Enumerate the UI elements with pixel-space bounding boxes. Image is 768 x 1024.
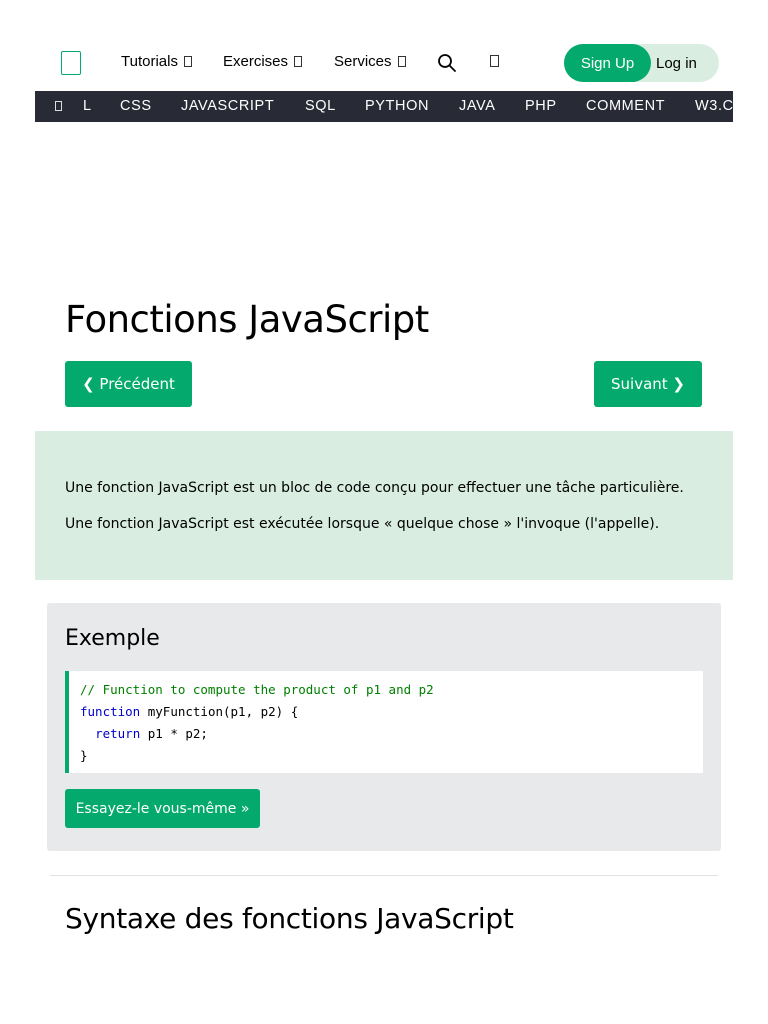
subnav-item-java[interactable]: JAVA (459, 91, 496, 122)
previous-button[interactable]: ❮ Précédent (65, 361, 192, 407)
intro-text-2: Une fonction JavaScript est exécutée lor… (65, 516, 660, 532)
top-navbar: Tutorials Exercises Services Sign Up Log… (35, 40, 733, 86)
code-line-2: myFunction(p1, p2) { (140, 704, 299, 719)
caret-down-icon (397, 56, 406, 67)
code-line-3: p1 * p2; (140, 726, 208, 741)
subnav-item-css[interactable]: CSS (120, 91, 152, 122)
nav-exercises-label: Exercises (223, 53, 289, 70)
topic-subnav: L CSS JAVASCRIPT SQL PYTHON JAVA PHP COM… (35, 91, 733, 122)
subnav-item-python[interactable]: PYTHON (365, 91, 429, 122)
code-comment: // Function to compute the product of p1… (80, 682, 434, 697)
search-icon[interactable] (436, 52, 458, 74)
subnav-item-php[interactable]: PHP (525, 91, 557, 122)
try-it-yourself-button[interactable]: Essayez-le vous-même » (65, 789, 260, 828)
code-keyword-function: function (80, 704, 141, 719)
subnav-item-w3css[interactable]: W3.C (695, 91, 733, 122)
code-line-4: } (80, 748, 88, 763)
login-button[interactable]: Log in (656, 44, 697, 82)
code-block: // Function to compute the product of p1… (65, 671, 703, 773)
nav-services[interactable]: Services (334, 53, 406, 70)
section-divider (50, 875, 718, 876)
example-heading: Exemple (65, 626, 160, 651)
theme-toggle-icon[interactable] (490, 55, 499, 67)
example-box: Exemple // Function to compute the produ… (47, 603, 721, 851)
subnav-item-sql[interactable]: SQL (305, 91, 336, 122)
subnav-item-javascript[interactable]: JAVASCRIPT (181, 91, 274, 122)
code-keyword-return: return (95, 726, 141, 741)
subnav-item-html[interactable]: L (83, 91, 92, 122)
caret-down-icon (294, 56, 303, 67)
next-button[interactable]: Suivant ❯ (594, 361, 702, 407)
nav-tutorials-label: Tutorials (121, 53, 178, 70)
section-title: Syntaxe des fonctions JavaScript (65, 902, 514, 935)
signup-button[interactable]: Sign Up (564, 44, 651, 82)
intro-panel: Une fonction JavaScript est un bloc de c… (35, 431, 733, 580)
nav-tutorials[interactable]: Tutorials (121, 53, 192, 70)
logo-icon[interactable] (61, 51, 81, 75)
caret-down-icon (183, 56, 192, 67)
page-title: Fonctions JavaScript (65, 298, 429, 341)
nav-exercises[interactable]: Exercises (223, 53, 303, 70)
nav-services-label: Services (334, 53, 392, 70)
subnav-item-comment[interactable]: COMMENT (586, 91, 665, 122)
home-icon[interactable] (55, 101, 62, 111)
intro-text-1: Une fonction JavaScript est un bloc de c… (65, 480, 684, 496)
